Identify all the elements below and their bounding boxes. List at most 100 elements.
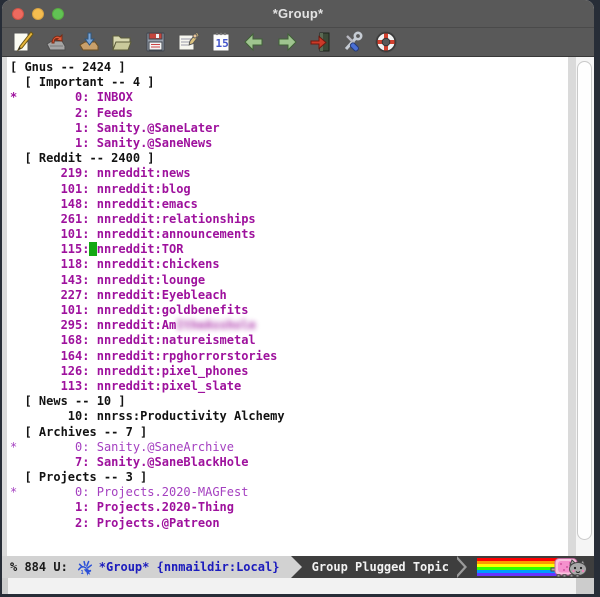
unread-count: 1: (10, 121, 89, 135)
get-new-news-button[interactable] (43, 29, 69, 55)
unread-count: 295: (10, 318, 89, 332)
lifebuoy-icon (374, 30, 398, 54)
group-line[interactable]: 295: nnreddit:AmItheAsshole (10, 318, 568, 333)
group-line[interactable]: 118: nnreddit:chickens (10, 257, 568, 272)
topic-label: [ Reddit -- 2400 ] (10, 151, 155, 165)
scrollbar[interactable] (576, 57, 594, 556)
group-name: Feeds (97, 106, 133, 120)
exit-door-icon (308, 30, 332, 54)
group-name: nnreddit:rpghorrorstories (97, 349, 278, 363)
fetch-queue-button[interactable] (76, 29, 102, 55)
group-line[interactable]: 168: nnreddit:natureismetal (10, 333, 568, 348)
minimize-button[interactable] (32, 8, 44, 20)
group-line[interactable]: 10: nnrss:Productivity Alchemy (10, 409, 568, 424)
topic-label: [ Important -- 4 ] (10, 75, 155, 89)
group-line[interactable]: * 0: INBOX (10, 90, 568, 105)
group-name: nnreddit:news (97, 166, 191, 180)
group-name: nnreddit:emacs (97, 197, 198, 211)
group-line[interactable]: * 0: Sanity.@SaneArchive (10, 440, 568, 455)
unread-count: 101: (10, 182, 89, 196)
exit-button[interactable] (307, 29, 333, 55)
unread-count: 2: (10, 106, 89, 120)
forward-arrow-icon (275, 30, 299, 54)
group-line[interactable]: 1: Sanity.@SaneNews (10, 136, 568, 151)
get-new-news-icon (44, 30, 68, 54)
group-name: nnreddit:natureismetal (97, 333, 256, 347)
group-name: INBOX (97, 90, 133, 104)
topic-label: [ Projects -- 3 ] (10, 470, 147, 484)
group-name: nnreddit:chickens (97, 257, 220, 271)
topic-line[interactable]: [ Reddit -- 2400 ] (10, 151, 568, 166)
group-name: Projects.2020-Thing (97, 500, 234, 514)
unread-count: 7: (10, 455, 89, 469)
group-line[interactable]: * 0: Projects.2020-MAGFest (10, 485, 568, 500)
topic-label: [ Archives -- 7 ] (10, 425, 147, 439)
save-button[interactable] (142, 29, 168, 55)
group-line[interactable]: 143: nnreddit:lounge (10, 273, 568, 288)
group-name: Sanity.@SaneBlackHole (97, 455, 249, 469)
topic-line[interactable]: [ News -- 10 ] (10, 394, 568, 409)
unread-count: 219: (10, 166, 89, 180)
group-line[interactable]: 7: Sanity.@SaneBlackHole (10, 455, 568, 470)
compose-icon (11, 30, 35, 54)
topic-line[interactable]: [ Important -- 4 ] (10, 75, 568, 90)
group-line[interactable]: 1: Projects.2020-Thing (10, 500, 568, 515)
group-line[interactable]: 219: nnreddit:news (10, 166, 568, 181)
modeline-backend-value: {nnmaildir:Local} (157, 560, 280, 574)
group-name: nnreddit:relationships (97, 212, 256, 226)
group-line[interactable]: 2: Projects.@Patreon (10, 516, 568, 531)
group-line[interactable]: 115: nnreddit:TOR (10, 242, 568, 257)
preferences-button[interactable] (340, 29, 366, 55)
group-line[interactable]: 2: Feeds (10, 106, 568, 121)
group-name: nnreddit:goldbenefits (97, 303, 249, 317)
diary-icon: 15 (209, 30, 233, 54)
help-button[interactable] (373, 29, 399, 55)
unread-count: 1: (10, 136, 89, 150)
nyan-cat-progress (477, 557, 589, 577)
fetch-queue-icon (77, 30, 101, 54)
open-folder-icon (110, 30, 134, 54)
group-name: nnreddit:lounge (97, 273, 205, 287)
back-button[interactable] (241, 29, 267, 55)
group-name: Sanity.@SaneLater (97, 121, 220, 135)
topic-line[interactable]: [ Gnus -- 2424 ] (10, 60, 568, 75)
emacs-window: *Group* 15 [ Gnus -- 2424 ] [ Important … (2, 0, 594, 594)
back-arrow-icon (242, 30, 266, 54)
unread-count: 227: (10, 288, 89, 302)
modeline-modes: Group Plugged Topic (312, 560, 449, 574)
scrollbar-thumb[interactable] (577, 61, 592, 540)
group-line[interactable]: 164: nnreddit:rpghorrorstories (10, 349, 568, 364)
topic-label: [ News -- 10 ] (10, 394, 126, 408)
unread-count: 168: (10, 333, 89, 347)
save-icon (143, 30, 167, 54)
zoom-button[interactable] (52, 8, 64, 20)
group-name: nnreddit:Am (97, 318, 176, 332)
group-line[interactable]: 261: nnreddit:relationships (10, 212, 568, 227)
group-line[interactable]: 101: nnreddit:blog (10, 182, 568, 197)
group-name: Projects.@Patreon (97, 516, 220, 530)
unread-count: * 0: (10, 90, 89, 104)
group-line[interactable]: 126: nnreddit:pixel_phones (10, 364, 568, 379)
group-line[interactable]: 148: nnreddit:emacs (10, 197, 568, 212)
svg-text:15: 15 (216, 37, 229, 50)
topic-line[interactable]: [ Projects -- 3 ] (10, 470, 568, 485)
topic-line[interactable]: [ Archives -- 7 ] (10, 425, 568, 440)
group-line[interactable]: 101: nnreddit:goldbenefits (10, 303, 568, 318)
group-line[interactable]: 113: nnreddit:pixel_slate (10, 379, 568, 394)
describe-icon (176, 30, 200, 54)
traffic-lights (12, 8, 64, 20)
describe-button[interactable] (175, 29, 201, 55)
group-line[interactable]: 101: nnreddit:announcements (10, 227, 568, 242)
group-line[interactable]: 1: Sanity.@SaneLater (10, 121, 568, 136)
open-folder-button[interactable] (109, 29, 135, 55)
group-buffer[interactable]: [ Gnus -- 2424 ] [ Important -- 4 ]* 0: … (7, 57, 568, 556)
unread-count: 1: (10, 500, 89, 514)
close-button[interactable] (12, 8, 24, 20)
minibuffer-echo-area[interactable] (2, 578, 594, 594)
group-line[interactable]: 227: nnreddit:Eyebleach (10, 288, 568, 303)
chevron-right-icon (457, 556, 469, 578)
forward-button[interactable] (274, 29, 300, 55)
group-name: nnreddit:blog (97, 182, 191, 196)
compose-button[interactable] (10, 29, 36, 55)
diary-button[interactable]: 15 (208, 29, 234, 55)
